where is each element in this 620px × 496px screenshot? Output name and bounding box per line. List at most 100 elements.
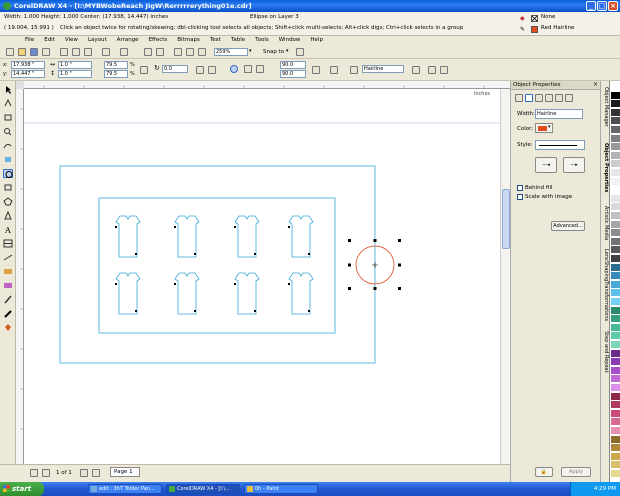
outline-tab-icon[interactable] (525, 94, 533, 102)
selection-handle[interactable] (398, 287, 401, 290)
tab-transformations[interactable]: Transformations (602, 281, 609, 321)
shirt-shape[interactable] (174, 272, 200, 315)
selected-ellipse[interactable] (348, 239, 401, 290)
color-swatch[interactable] (611, 349, 620, 358)
open-folder-icon[interactable] (18, 48, 26, 56)
shirt-shape[interactable] (115, 215, 141, 258)
horizontal-ruler[interactable] (24, 81, 510, 89)
color-swatch[interactable] (611, 237, 620, 246)
wrap-text-icon[interactable] (330, 66, 338, 74)
dimension-tool-icon[interactable] (3, 253, 13, 262)
basic-shapes-tool-icon[interactable] (3, 210, 13, 220)
fill-tab-icon[interactable] (515, 94, 523, 102)
selection-handle[interactable] (348, 287, 351, 290)
start-angle-input[interactable]: 90.0 (280, 61, 306, 69)
color-swatch[interactable] (611, 212, 620, 220)
export-icon[interactable] (156, 48, 164, 56)
shirt-shape[interactable] (115, 272, 141, 315)
shirt-shape[interactable] (288, 215, 314, 258)
color-swatch[interactable] (611, 341, 620, 349)
shape-tool-icon[interactable] (3, 98, 13, 108)
start-arrow-dropdown[interactable]: —◂ (535, 157, 557, 173)
color-swatch[interactable] (611, 246, 620, 255)
selection-handle[interactable] (373, 239, 377, 242)
drawing-canvas[interactable]: inches (24, 89, 500, 464)
apply-button[interactable]: Apply (561, 467, 591, 477)
object-width-input[interactable]: 1.0 " (58, 61, 92, 69)
color-swatch[interactable] (611, 143, 620, 152)
shirt-shape[interactable] (234, 215, 260, 258)
taskbar-item-paint[interactable]: 0h - Paint (244, 484, 318, 494)
options-icon[interactable] (296, 48, 304, 56)
menu-table[interactable]: Table (226, 36, 250, 45)
tab-artistic-media[interactable]: Artistic Media (602, 206, 609, 240)
color-swatch[interactable] (611, 126, 620, 134)
inner-frame-rectangle[interactable] (98, 197, 336, 334)
color-swatch[interactable] (611, 358, 620, 367)
color-swatch[interactable] (611, 306, 620, 315)
x-position-input[interactable]: 17.938 " (11, 61, 45, 69)
color-swatch[interactable] (611, 418, 620, 427)
fill-none-swatch-icon[interactable] (531, 15, 538, 22)
redo-icon[interactable] (120, 48, 128, 56)
corel-online-icon[interactable] (198, 48, 206, 56)
menu-bitmaps[interactable]: Bitmaps (172, 36, 205, 45)
color-swatch[interactable] (611, 392, 620, 401)
color-swatch[interactable] (611, 435, 620, 444)
welcome-screen-icon[interactable] (186, 48, 194, 56)
color-swatch[interactable] (611, 272, 620, 281)
color-swatch[interactable] (611, 108, 620, 117)
internet-tab-icon[interactable] (555, 94, 563, 102)
maximize-button[interactable]: □ (597, 1, 607, 11)
color-swatch[interactable] (611, 332, 620, 341)
tab-lens[interactable]: Lens (602, 249, 609, 261)
menu-help[interactable]: Help (305, 36, 328, 45)
ellipse-mode-icon[interactable] (230, 65, 238, 73)
save-icon[interactable] (30, 48, 38, 56)
menu-arrange[interactable]: Arrange (112, 36, 144, 45)
lock-ratio-icon[interactable] (140, 66, 148, 74)
vertical-ruler[interactable] (16, 89, 24, 464)
menu-view[interactable]: View (60, 36, 83, 45)
end-angle-input[interactable]: 90.0 (280, 70, 306, 78)
scale-width-input[interactable]: 79.5 (104, 61, 128, 69)
smart-fill-tool-icon[interactable] (3, 155, 13, 164)
color-swatch[interactable] (611, 384, 620, 392)
menu-tools[interactable]: Tools (250, 36, 274, 45)
taskbar-item-folder[interactable]: edit : 3hT Tolder Pan... (88, 484, 162, 494)
color-swatch[interactable] (611, 289, 620, 298)
arc-mode-icon[interactable] (256, 65, 264, 73)
detail-tab-icon[interactable] (545, 94, 553, 102)
zoom-level-select[interactable]: 259% (214, 48, 248, 56)
first-page-icon[interactable] (30, 469, 38, 477)
scale-height-input[interactable]: 79.5 (104, 70, 128, 78)
undo-icon[interactable] (102, 48, 110, 56)
panel-close-icon[interactable]: × (593, 81, 598, 88)
menu-effects[interactable]: Effects (144, 36, 173, 45)
ruler-origin[interactable] (16, 81, 24, 89)
color-swatch[interactable] (611, 91, 620, 100)
menu-window[interactable]: Window (274, 36, 306, 45)
shirt-shape[interactable] (288, 272, 314, 315)
color-swatch[interactable] (611, 461, 620, 470)
page-1-tab[interactable]: Page 1 (110, 467, 140, 477)
color-swatch[interactable] (611, 366, 620, 375)
outline-width-dropdown[interactable]: Hairline (535, 109, 583, 119)
cut-icon[interactable] (60, 48, 68, 56)
import-icon[interactable] (144, 48, 152, 56)
zoom-tool-icon[interactable] (3, 127, 13, 136)
color-swatch[interactable] (611, 83, 620, 91)
color-swatch[interactable] (611, 452, 620, 461)
general-tab-icon[interactable] (535, 94, 543, 102)
color-swatch[interactable] (611, 427, 620, 435)
snap-to-label[interactable]: Snap to (263, 49, 284, 55)
color-swatch[interactable] (611, 401, 620, 410)
color-swatch[interactable] (611, 151, 620, 160)
outline-color-picker[interactable]: ▾ (535, 123, 553, 133)
table-tool-icon[interactable] (3, 239, 13, 248)
shirt-shape[interactable] (234, 272, 260, 315)
tab-object-manager[interactable]: Object Manager (602, 87, 609, 127)
color-swatch[interactable] (611, 177, 620, 186)
summary-tab-icon[interactable] (565, 94, 573, 102)
color-swatch[interactable] (611, 203, 620, 212)
